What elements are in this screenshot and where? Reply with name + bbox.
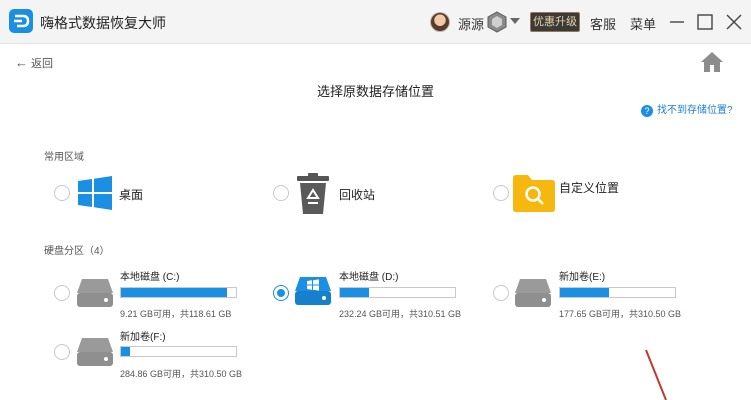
app-window: 嗨格式数据恢复大师 源源 优惠升级 客服 菜单 ← 返回 选择原数据存储位置 ? 找… — [0, 0, 751, 400]
annotation-arrow-line — [645, 349, 667, 400]
